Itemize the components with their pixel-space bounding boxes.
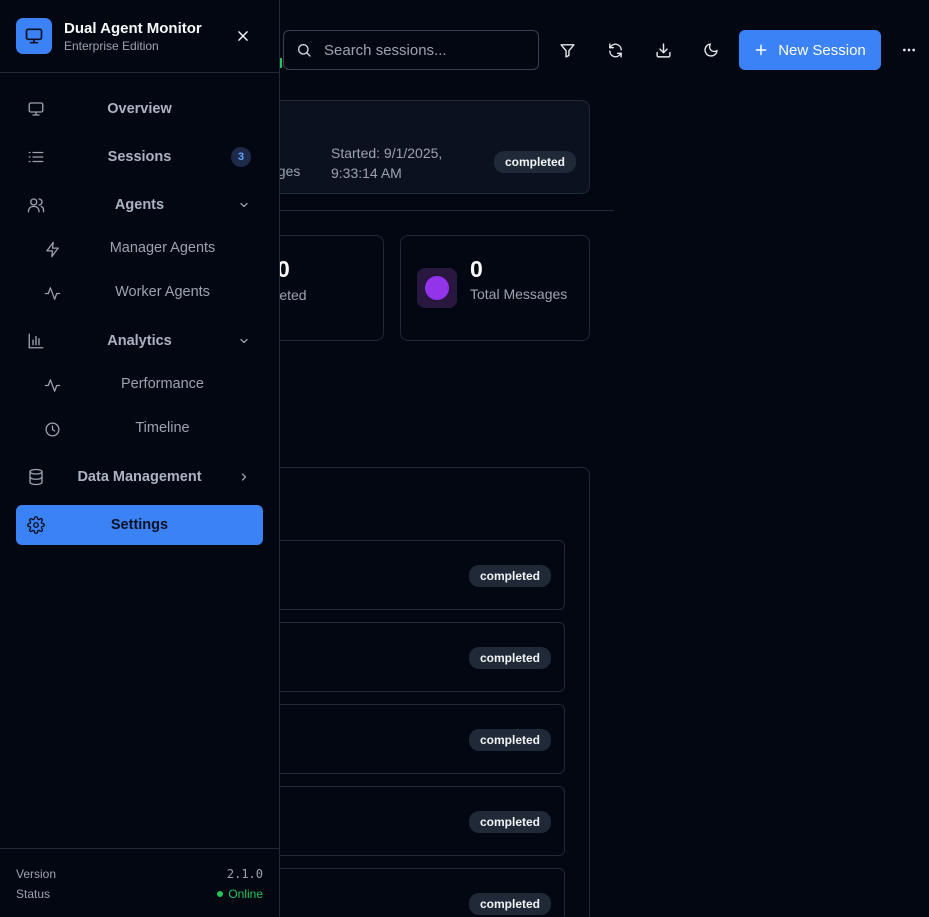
sidebar-item-analytics[interactable]: Analytics [16,321,263,361]
sidebar-item-settings[interactable]: Settings [16,505,263,545]
status-badge: completed [468,729,551,751]
refresh-icon [608,42,622,58]
status-badge: completed [468,565,551,587]
new-session-label: New Session [778,41,866,59]
sidebar-item-sessions[interactable]: Sessions 3 [16,137,263,177]
sidebar-item-label: Agents [114,197,165,213]
app-title: Dual Agent Monitor [64,20,202,37]
clock-icon [43,420,61,438]
session-started-time: 9:33:14 AM [331,165,402,181]
status-value: Online [217,887,263,901]
sidebar-item-label: Worker Agents [115,284,210,300]
plus-icon [755,44,767,56]
filter-icon [559,43,575,58]
search-icon [298,44,311,57]
sidebar-item-performance[interactable]: Performance [32,365,263,405]
search-box[interactable] [283,30,539,70]
status-badge: completed [468,893,551,915]
session-started: Started: 9/1/2025, 9:33:14 AM [331,143,442,183]
sidebar-item-overview[interactable]: Overview [16,89,263,129]
chevron-down-icon [237,198,251,212]
sidebar-item-label: Manager Agents [109,240,216,256]
more-horizontal-icon [903,48,915,52]
status-value-text: Online [228,887,263,901]
activity-icon [43,376,61,394]
sidebar-item-label: Analytics [107,333,172,349]
session-started-date: Started: 9/1/2025, [331,145,443,161]
sessions-count-badge: 3 [231,147,251,167]
stat-value: 0 [470,256,483,282]
sidebar-item-label: Settings [110,517,169,533]
stat-label: Total Messages [470,286,568,302]
sidebar-item-worker-agents[interactable]: Worker Agents [32,273,263,313]
status-label: Status [16,887,51,901]
version-value: 2.1.0 [226,867,263,881]
sidebar-item-timeline[interactable]: Timeline [32,409,263,449]
status-badge: completed [468,647,551,669]
sidebar-item-label: Performance [120,376,204,392]
stat-card-total-messages: 0 Total Messages [400,235,590,341]
theme-toggle-button[interactable] [693,32,729,68]
new-session-button[interactable]: New Session [739,30,881,70]
sidebar-item-agents[interactable]: Agents [16,185,263,225]
status-badge: completed [493,151,576,173]
close-sidebar-button[interactable] [230,23,256,49]
close-icon [238,31,248,41]
online-dot-icon [217,891,224,897]
monitor-logo-icon [16,18,52,54]
sidebar-header: Dual Agent Monitor Enterprise Edition [0,0,279,73]
sidebar-footer: Version 2.1.0 Status Online [0,848,279,917]
status-badge: completed [468,811,551,833]
sidebar-item-label: Timeline [135,420,190,436]
sidebar-item-data-management[interactable]: Data Management [16,457,263,497]
sidebar-item-manager-agents[interactable]: Manager Agents [32,229,263,269]
refresh-button[interactable] [597,32,633,68]
chevron-right-icon [237,470,251,484]
messages-icon [417,268,457,308]
sidebar-item-label: Sessions [107,149,172,165]
version-label: Version [16,867,57,881]
chevron-down-icon [237,334,251,348]
search-input[interactable] [324,41,524,59]
sidebar-item-label: Overview [107,101,172,117]
sidebar: Dual Agent Monitor Enterprise Edition Ov… [0,0,280,917]
moon-icon [704,43,718,57]
more-button[interactable] [891,32,927,68]
zap-icon [43,240,61,258]
download-icon [655,42,671,58]
filter-button[interactable] [549,32,585,68]
download-button[interactable] [645,32,681,68]
app-subtitle: Enterprise Edition [64,39,159,53]
activity-icon [43,284,61,302]
sidebar-item-label: Data Management [77,469,202,485]
